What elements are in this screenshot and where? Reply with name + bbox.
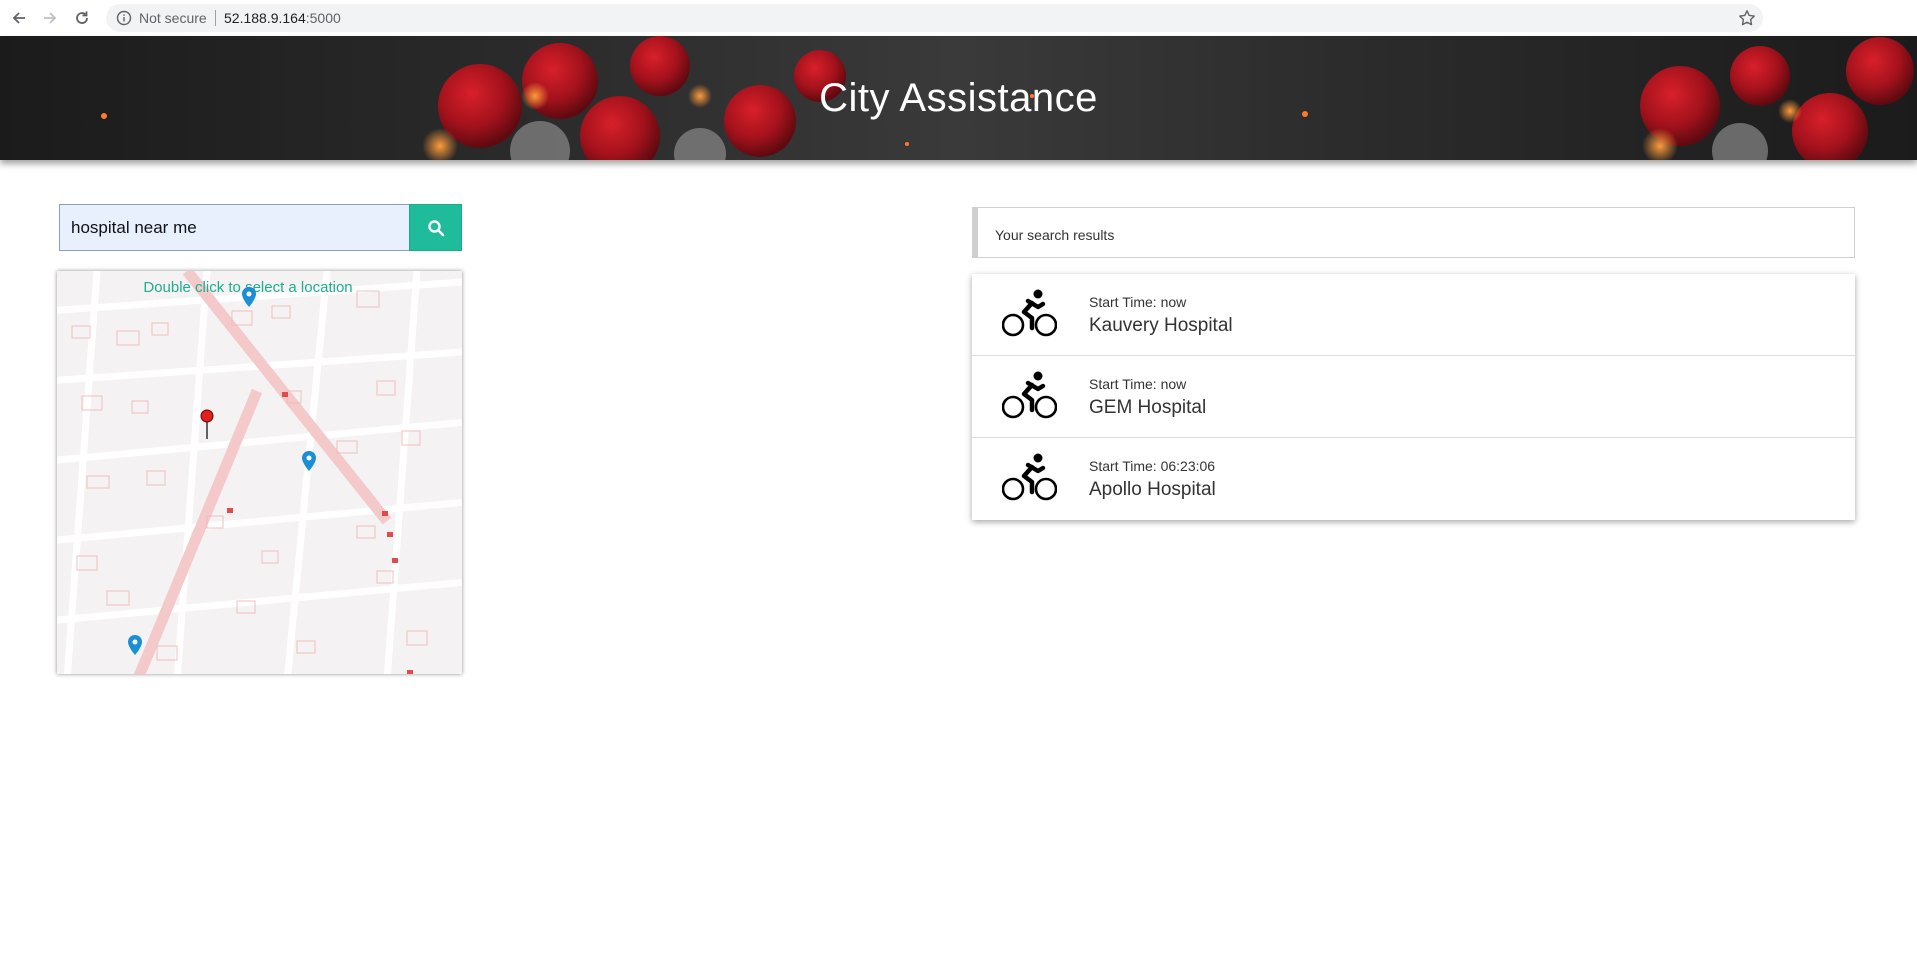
result-marker-icon[interactable] bbox=[242, 287, 256, 307]
bicycle-icon bbox=[1002, 371, 1057, 419]
result-marker-icon[interactable] bbox=[302, 451, 316, 471]
result-start-time: Start Time: now bbox=[1089, 376, 1187, 392]
header-banner: City Assistance bbox=[0, 36, 1917, 160]
results-header: Your search results bbox=[972, 207, 1855, 258]
result-start-time: Start Time: now bbox=[1089, 294, 1187, 310]
result-item[interactable]: Start Time: 06:23:06 Apollo Hospital bbox=[972, 438, 1855, 520]
bicycle-icon bbox=[1002, 453, 1057, 501]
result-item[interactable]: Start Time: now Kauvery Hospital bbox=[972, 274, 1855, 356]
selected-location-marker-icon[interactable] bbox=[200, 409, 214, 439]
omnibox-divider bbox=[215, 10, 216, 26]
browser-toolbar: Not secure 52.188.9.164:5000 bbox=[0, 0, 1917, 36]
search-bar bbox=[59, 204, 462, 251]
results-list: Start Time: now Kauvery Hospital Start T… bbox=[972, 274, 1855, 520]
result-name: Kauvery Hospital bbox=[1089, 315, 1233, 336]
search-input[interactable] bbox=[59, 204, 410, 251]
search-button[interactable] bbox=[409, 204, 462, 251]
result-marker-icon[interactable] bbox=[128, 635, 142, 655]
back-arrow-icon[interactable] bbox=[8, 7, 30, 29]
url-host: 52.188.9.164 bbox=[224, 10, 306, 26]
result-start-time: Start Time: 06:23:06 bbox=[1089, 458, 1216, 474]
forward-arrow-icon[interactable] bbox=[39, 7, 61, 29]
map-streets bbox=[57, 271, 462, 674]
result-name: GEM Hospital bbox=[1089, 397, 1207, 418]
bicycle-icon bbox=[1002, 289, 1057, 337]
reload-icon[interactable] bbox=[71, 7, 93, 29]
security-label: Not secure bbox=[139, 10, 207, 26]
search-icon bbox=[427, 219, 444, 236]
page-title: City Assistance bbox=[819, 76, 1098, 120]
url-port: :5000 bbox=[305, 10, 341, 26]
star-icon[interactable] bbox=[1738, 9, 1756, 27]
result-item[interactable]: Start Time: now GEM Hospital bbox=[972, 356, 1855, 438]
results-header-text: Your search results bbox=[995, 227, 1115, 243]
address-bar[interactable]: Not secure 52.188.9.164:5000 bbox=[106, 4, 1763, 32]
info-icon[interactable] bbox=[116, 10, 132, 26]
result-name: Apollo Hospital bbox=[1089, 479, 1216, 500]
map-view[interactable]: Double click to select a location bbox=[57, 271, 462, 674]
url-text[interactable]: 52.188.9.164:5000 bbox=[224, 10, 341, 26]
